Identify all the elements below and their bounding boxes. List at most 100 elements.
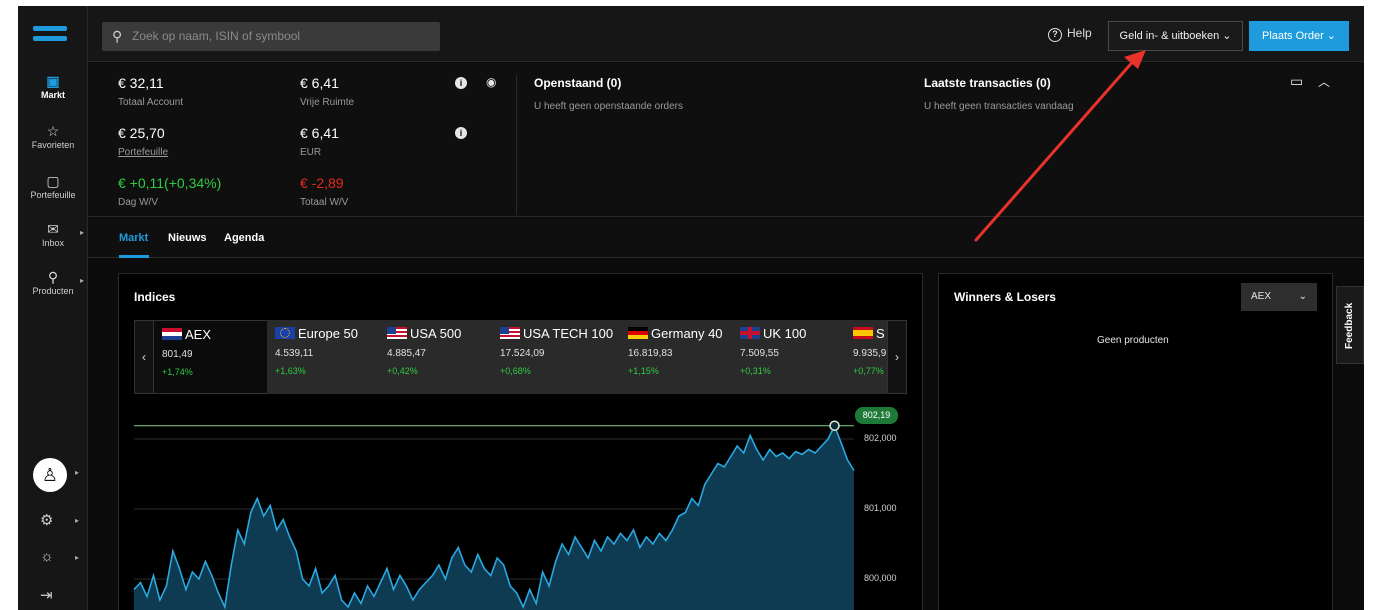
chevron-down-icon: ⌄ — [1298, 291, 1307, 302]
search-input[interactable]: ⚲ Zoek op naam, ISIN of symbool — [102, 22, 440, 51]
totaal-account-value: € 32,11 — [118, 75, 164, 91]
winners-losers-title: Winners & Losers — [954, 290, 1056, 304]
openstaand-empty-text: U heeft geen openstaande orders — [534, 101, 683, 112]
tab-nieuws[interactable]: Nieuws — [168, 232, 207, 244]
index-name: Europe 50 — [298, 326, 358, 341]
top-bar: ⚲ Zoek op naam, ISIN of symbool ? Help Ge… — [88, 6, 1364, 62]
help-label: Help — [1067, 26, 1092, 40]
index-price: 801,49 — [162, 349, 193, 360]
y-tick-label: 800,000 — [864, 573, 897, 583]
transacties-empty-text: U heeft geen transacties vandaag — [924, 101, 1074, 112]
winners-losers-panel: Winners & Losers AEX ⌄ Geen producten — [938, 273, 1333, 610]
totaal-wv-label: Totaal W/V — [300, 197, 349, 208]
search-icon: ⚲ — [112, 28, 123, 44]
feedback-label: Feedback — [1344, 302, 1355, 349]
sidebar-item-markt[interactable]: ▣ Markt — [18, 72, 88, 100]
monitor-icon[interactable]: ▭ — [1290, 73, 1303, 90]
brand-logo[interactable] — [33, 26, 67, 48]
index-price: 4.539,11 — [275, 348, 314, 359]
current-price-tag: 802,19 — [855, 406, 898, 424]
chevron-right-icon: ▸ — [79, 228, 84, 237]
openstaand-title: Openstaand (0) — [534, 76, 622, 90]
sidebar-item-label: Inbox — [41, 238, 65, 248]
products-search-icon: ⚲ — [47, 269, 59, 285]
index-name: AEX — [185, 327, 212, 342]
help-link[interactable]: ? Help — [1048, 26, 1092, 42]
sidebar-item-label: Markt — [40, 90, 65, 100]
index-change: +1,15% — [628, 366, 659, 376]
index-card-usa-500[interactable]: USA 500 4.885,47 +0,42% — [379, 320, 492, 394]
indices-panel: Indices ‹ AEX 801,49 +1,74% Europe 50 4.… — [118, 273, 923, 610]
vrije-ruimte-label: Vrije Ruimte — [300, 97, 355, 108]
wallet-icon: ▢ — [46, 173, 60, 189]
chevron-up-icon[interactable]: ︿ — [1318, 73, 1330, 90]
totaal-account-label: Totaal Account — [118, 97, 184, 108]
active-tab-indicator — [119, 255, 149, 258]
eye-icon[interactable]: ◉ — [486, 75, 496, 89]
logout-icon[interactable]: ⇥ — [40, 586, 53, 604]
series-area — [134, 425, 854, 610]
chevron-right-icon[interactable]: › — [887, 320, 907, 394]
dag-wv-value: € +0,11(+0,34%) — [118, 175, 222, 191]
sidebar-item-label: Favorieten — [31, 140, 75, 150]
divider — [516, 75, 517, 215]
chevron-right-icon: ▸ — [79, 276, 84, 285]
account-summary: € 32,11 Totaal Account € 6,41 Vrije Ruim… — [88, 63, 1364, 217]
y-tick-label: 802,000 — [864, 433, 897, 443]
index-card-spain[interactable]: S 9.935,9 +0,77% — [845, 320, 887, 394]
index-name: Germany 40 — [651, 326, 723, 341]
index-select[interactable]: AEX ⌄ — [1241, 283, 1317, 311]
plaats-order-button[interactable]: Plaats Order ⌄ — [1249, 21, 1349, 51]
info-icon[interactable]: i — [455, 77, 467, 89]
flag-es-icon — [853, 327, 873, 339]
flag-de-icon — [628, 327, 648, 339]
sidebar-item-inbox[interactable]: ✉ Inbox ▸ — [18, 220, 88, 248]
sidebar-item-label: Producten — [32, 286, 74, 296]
transacties-title: Laatste transacties (0) — [924, 76, 1051, 90]
chevron-right-icon: ▸ — [75, 468, 80, 477]
search-placeholder: Zoek op naam, ISIN of symbool — [132, 29, 301, 43]
tab-agenda[interactable]: Agenda — [224, 232, 264, 244]
index-change: +0,31% — [740, 366, 771, 376]
index-change: +0,42% — [387, 366, 418, 376]
sidebar-item-portefeuille[interactable]: ▢ Portefeuille — [18, 172, 88, 200]
portefeuille-link[interactable]: Portefeuille — [118, 147, 168, 158]
index-card-uk-100[interactable]: UK 100 7.509,55 +0,31% — [732, 320, 845, 394]
flag-us-icon — [500, 327, 520, 339]
chart-icon: ▣ — [46, 73, 60, 89]
chevron-right-icon: ▸ — [75, 553, 80, 562]
index-change: +1,74% — [162, 367, 193, 377]
tab-markt[interactable]: Markt — [119, 232, 148, 244]
flag-eu-icon — [275, 327, 295, 339]
sidebar-item-favorieten[interactable]: ☆ Favorieten — [18, 122, 88, 150]
chevron-right-icon: ▸ — [75, 516, 80, 525]
sidebar-item-producten[interactable]: ⚲ Producten ▸ — [18, 268, 88, 296]
flag-uk-icon — [740, 327, 760, 339]
index-price: 4.885,47 — [387, 348, 426, 359]
eur-label: EUR — [300, 147, 322, 158]
index-change: +0,77% — [853, 366, 884, 376]
portefeuille-value: € 25,70 — [118, 125, 165, 141]
index-price: 16.819,83 — [628, 348, 673, 359]
feedback-tab[interactable]: Feedback — [1336, 286, 1364, 364]
sidebar: ▣ Markt ☆ Favorieten ▢ Portefeuille ✉ In… — [18, 6, 88, 610]
tab-bar: Markt Nieuws Agenda — [88, 218, 1364, 258]
index-name: S — [876, 326, 885, 341]
theme-sun-icon[interactable]: ☼ — [40, 548, 54, 565]
index-card-usa-tech-100[interactable]: USA TECH 100 17.524,09 +0,68% — [492, 320, 620, 394]
gear-icon[interactable]: ⚙ — [40, 511, 53, 529]
chevron-left-icon[interactable]: ‹ — [134, 320, 154, 394]
flag-nl-icon — [162, 328, 182, 340]
index-price: 17.524,09 — [500, 348, 545, 359]
current-value-marker — [829, 420, 840, 431]
index-name: USA TECH 100 — [523, 326, 614, 341]
index-card-aex[interactable]: AEX 801,49 +1,74% — [154, 320, 267, 394]
user-avatar-icon[interactable]: ♙ — [33, 458, 67, 492]
index-card-germany-40[interactable]: Germany 40 16.819,83 +1,15% — [620, 320, 732, 394]
sidebar-item-label: Portefeuille — [30, 190, 76, 200]
index-card-europe-50[interactable]: Europe 50 4.539,11 +1,63% — [267, 320, 379, 394]
info-icon[interactable]: i — [455, 127, 467, 139]
indices-title: Indices — [134, 290, 176, 304]
geld-in-uitboeken-button[interactable]: Geld in- & uitboeken ⌄ — [1108, 21, 1243, 51]
index-name: UK 100 — [763, 326, 807, 341]
